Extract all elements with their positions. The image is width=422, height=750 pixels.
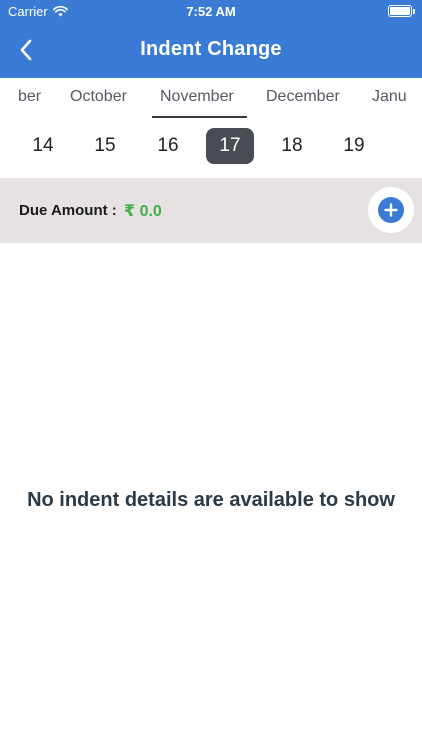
month-tab-november[interactable]: November: [160, 88, 234, 106]
month-tab-december[interactable]: December: [266, 88, 340, 106]
month-tab-september[interactable]: ber: [18, 88, 41, 106]
month-selector: ber October November December Janu: [0, 78, 422, 122]
day-selector: 14 15 16 17 18 19: [0, 126, 422, 170]
day-19[interactable]: 19: [330, 128, 378, 164]
status-time: 7:52 AM: [186, 4, 236, 19]
add-indent-button[interactable]: [368, 187, 414, 233]
page-title: Indent Change: [140, 38, 282, 60]
day-17[interactable]: 17: [206, 128, 254, 164]
day-16[interactable]: 16: [144, 128, 192, 164]
empty-state-message: No indent details are available to show: [27, 489, 395, 511]
day-18[interactable]: 18: [268, 128, 316, 164]
status-bar: Carrier 7:52 AM: [0, 0, 422, 22]
app-header: Carrier 7:52 AM Indent Change: [0, 0, 422, 78]
selected-month-indicator: [152, 116, 247, 118]
due-amount-label: Due Amount :: [19, 202, 117, 219]
nav-bar: Indent Change: [0, 22, 422, 78]
due-amount-bar: Due Amount : ₹ 0.0: [0, 178, 422, 243]
day-15[interactable]: 15: [81, 128, 129, 164]
due-amount-value: ₹ 0.0: [124, 203, 162, 220]
day-14[interactable]: 14: [19, 128, 67, 164]
plus-circle-icon: [378, 197, 404, 223]
battery-icon: [388, 5, 415, 17]
month-tab-october[interactable]: October: [70, 88, 127, 106]
month-tab-january[interactable]: Janu: [372, 88, 407, 106]
